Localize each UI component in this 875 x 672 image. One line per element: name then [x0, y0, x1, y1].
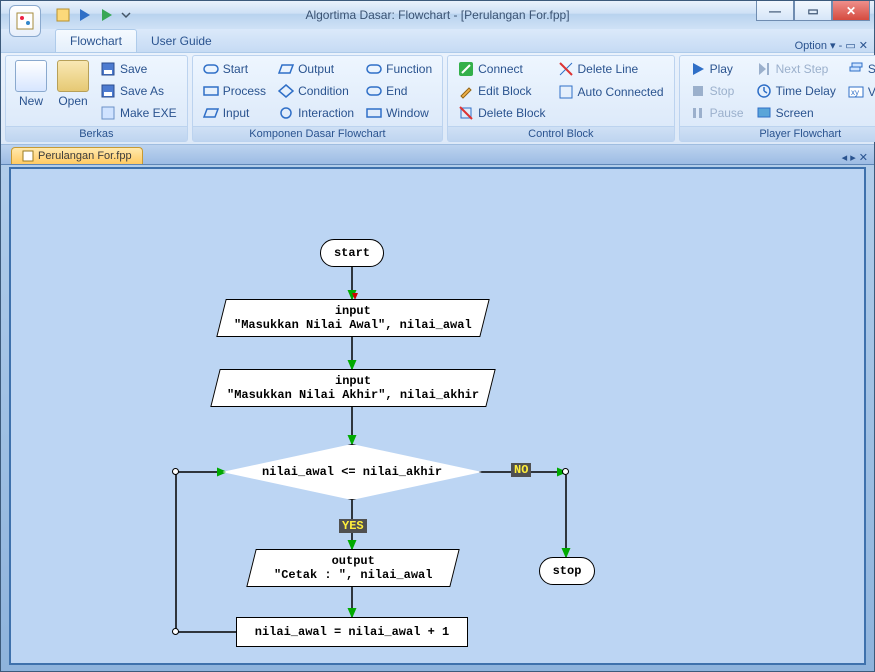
- group-berkas: New Open Save Save As Make EXE Berkas: [5, 55, 188, 142]
- new-button[interactable]: New: [10, 58, 52, 124]
- next-step-icon: [756, 61, 772, 77]
- flowchart-canvas[interactable]: start input"Masukkan Nilai Awal", nilai_…: [9, 167, 866, 665]
- label-no: NO: [511, 463, 531, 477]
- save-as-icon: [100, 83, 116, 99]
- group-caption: Berkas: [6, 126, 187, 141]
- time-delay-btn[interactable]: Time Delay: [752, 82, 840, 100]
- maximize-button[interactable]: ▭: [794, 1, 832, 21]
- open-button[interactable]: Open: [52, 58, 94, 124]
- interaction-btn[interactable]: Interaction: [274, 104, 358, 122]
- pause-icon: [690, 105, 706, 121]
- stack-icon: [848, 61, 864, 77]
- next-step-btn: Next Step: [752, 60, 840, 78]
- qat-item-icon[interactable]: [99, 7, 115, 23]
- start-btn[interactable]: Start: [199, 60, 270, 78]
- document-tabbar: Perulangan For.fpp ◂ ▸ ✕: [1, 145, 874, 165]
- condition-icon: [278, 83, 294, 99]
- connect-icon: [458, 61, 474, 77]
- ribbon: New Open Save Save As Make EXE Berkas St…: [1, 53, 874, 145]
- app-menu-button[interactable]: [9, 5, 41, 37]
- group-control-block: Connect Edit Block Delete Block Delete L…: [447, 55, 674, 142]
- group-caption: Player Flowchart: [680, 126, 875, 141]
- process-btn[interactable]: Process: [199, 82, 270, 100]
- new-icon: [15, 60, 47, 92]
- title-bar: Algortima Dasar: Flowchart - [Perulangan…: [1, 1, 874, 29]
- delete-block-btn[interactable]: Delete Block: [454, 104, 549, 122]
- play-icon: [690, 61, 706, 77]
- input-icon: [203, 105, 219, 121]
- node-output[interactable]: output"Cetak : ", nilai_awal: [246, 549, 459, 587]
- function-icon: [366, 61, 382, 77]
- make-exe-button[interactable]: Make EXE: [96, 104, 181, 122]
- auto-connected-btn[interactable]: Auto Connected: [554, 83, 668, 101]
- connect-btn[interactable]: Connect: [454, 60, 549, 78]
- node-stop[interactable]: stop: [539, 557, 595, 585]
- tab-flowchart[interactable]: Flowchart: [55, 29, 137, 52]
- save-icon: [100, 61, 116, 77]
- exe-icon: [100, 105, 116, 121]
- option-menu[interactable]: Option ▾ - ▭ ✕: [795, 39, 868, 52]
- output-icon: [278, 61, 294, 77]
- input-btn[interactable]: Input: [199, 104, 270, 122]
- process-icon: [203, 83, 219, 99]
- open-icon: [57, 60, 89, 92]
- tab-user-guide[interactable]: User Guide: [137, 30, 226, 52]
- group-player: Play Stop Pause Next Step Time Delay Scr…: [679, 55, 875, 142]
- qat-item-icon[interactable]: [55, 7, 71, 23]
- node-input-2[interactable]: input"Masukkan Nilai Akhir", nilai_akhir: [210, 369, 495, 407]
- close-button[interactable]: ✕: [832, 1, 870, 21]
- group-komponen: Start Process Input Output Condition Int…: [192, 55, 443, 142]
- variable-icon: xy: [848, 84, 864, 100]
- node-input-1[interactable]: input"Masukkan Nilai Awal", nilai_awal: [216, 299, 489, 337]
- end-icon: [366, 83, 382, 99]
- node-start[interactable]: start: [320, 239, 384, 267]
- port: [172, 628, 179, 635]
- app-icon: [15, 11, 35, 31]
- stop-icon: [690, 83, 706, 99]
- terminator-icon: [203, 61, 219, 77]
- group-caption: Control Block: [448, 126, 673, 141]
- qat-item-icon[interactable]: [77, 7, 93, 23]
- edit-block-btn[interactable]: Edit Block: [454, 82, 549, 100]
- port: [562, 468, 569, 475]
- output-btn[interactable]: Output: [274, 60, 358, 78]
- edit-icon: [458, 83, 474, 99]
- label-yes: YES: [339, 519, 367, 533]
- interaction-icon: [278, 105, 294, 121]
- window-btn[interactable]: Window: [362, 104, 436, 122]
- document-tab[interactable]: Perulangan For.fpp: [11, 147, 143, 164]
- stack-btn[interactable]: Stack: [844, 60, 875, 78]
- variable-btn[interactable]: xyVariable: [844, 83, 875, 101]
- condition-btn[interactable]: Condition: [274, 82, 358, 100]
- ribbon-tabs: Flowchart User Guide Option ▾ - ▭ ✕: [1, 29, 874, 53]
- stop-btn: Stop: [686, 82, 748, 100]
- window-icon: [366, 105, 382, 121]
- port: [172, 468, 179, 475]
- doc-nav-icons[interactable]: ◂ ▸ ✕: [842, 151, 868, 164]
- group-caption: Komponen Dasar Flowchart: [193, 126, 442, 141]
- save-button[interactable]: Save: [96, 60, 181, 78]
- minimize-button[interactable]: —: [756, 1, 794, 21]
- auto-conn-icon: [558, 84, 574, 100]
- doc-icon: [22, 150, 34, 162]
- pause-btn: Pause: [686, 104, 748, 122]
- qat-dropdown-icon[interactable]: [121, 7, 137, 23]
- node-condition[interactable]: nilai_awal <= nilai_akhir: [222, 444, 482, 500]
- delete-line-icon: [558, 61, 574, 77]
- function-btn[interactable]: Function: [362, 60, 436, 78]
- delete-block-icon: [458, 105, 474, 121]
- svg-text:xy: xy: [851, 88, 859, 97]
- screen-icon: [756, 105, 772, 121]
- delete-line-btn[interactable]: Delete Line: [554, 60, 668, 78]
- save-as-button[interactable]: Save As: [96, 82, 181, 100]
- node-process[interactable]: nilai_awal = nilai_awal + 1: [236, 617, 468, 647]
- connectors: [11, 169, 864, 663]
- screen-btn[interactable]: Screen: [752, 104, 840, 122]
- play-btn[interactable]: Play: [686, 60, 748, 78]
- end-btn[interactable]: End: [362, 82, 436, 100]
- time-delay-icon: [756, 83, 772, 99]
